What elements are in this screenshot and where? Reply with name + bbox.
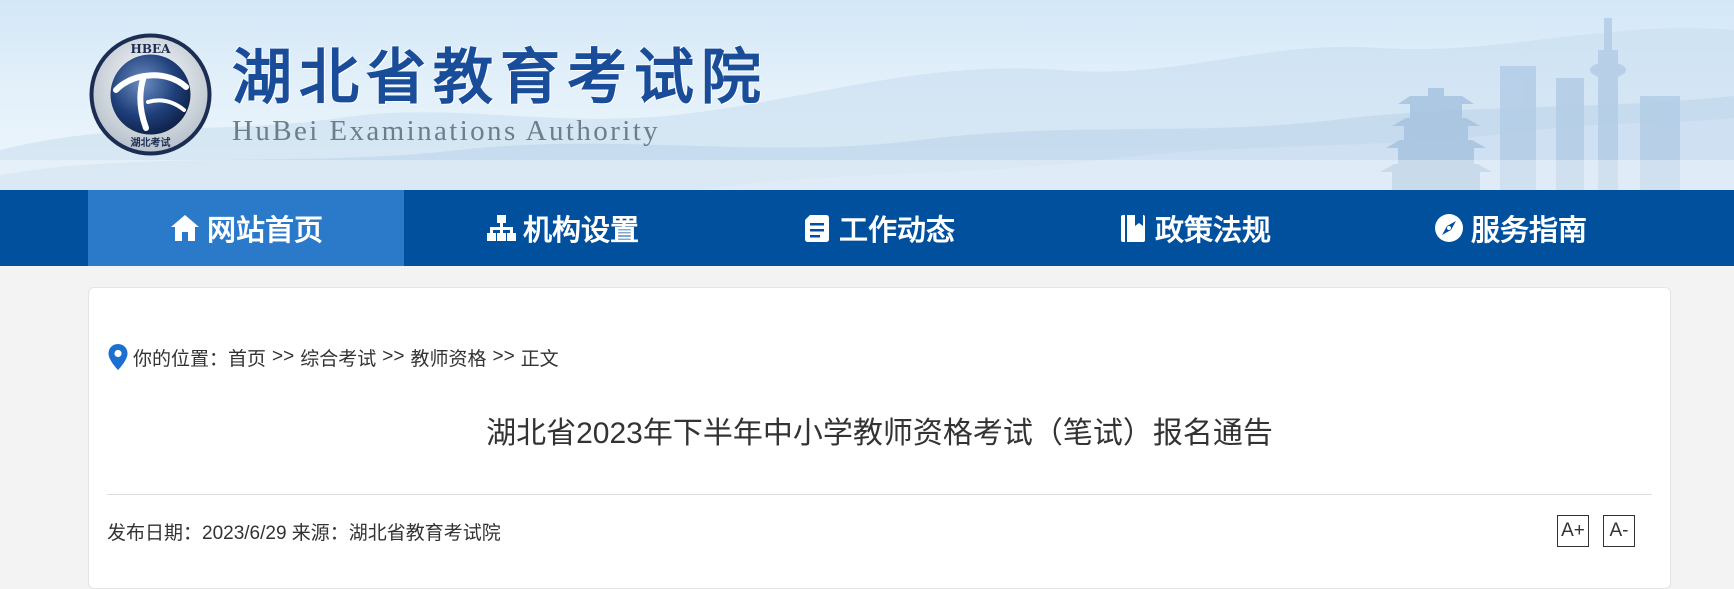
article-title: 湖北省2023年下半年中小学教师资格考试（笔试）报名通告 — [486, 417, 1273, 450]
location-pin-icon — [108, 344, 128, 370]
logo-ring-text: HBEA — [131, 42, 172, 56]
breadcrumb-current: 正文 — [520, 348, 559, 370]
document-icon — [801, 212, 833, 244]
compass-icon — [1433, 212, 1465, 244]
header-banner: HBEA 湖北考试 湖北省教育考试院 HuBei Examinations Au… — [0, 0, 1734, 190]
nav-item-organization[interactable]: 机构设置 — [404, 190, 720, 266]
nav-item-news[interactable]: 工作动态 — [720, 190, 1036, 266]
logo-bottom-text: 湖北考试 — [131, 136, 171, 149]
article-meta: 发布日期：2023/6/29 来源：湖北省教育考试院 — [107, 523, 501, 544]
main-nav: 网站首页 机构设置 工作动态 政策法规 服务指南 — [0, 190, 1734, 266]
nav-item-label: 网站首页 — [206, 215, 323, 247]
site-title: 湖北省教育考试院 — [232, 43, 768, 113]
content-card: 你的位置： 首页 >> 综合考试 >> 教师资格 >> 正文 湖北省2023年下… — [88, 287, 1671, 589]
breadcrumb-prefix: 你的位置： — [133, 348, 229, 370]
site-subtitle: HuBei Examinations Authority — [232, 115, 661, 147]
breadcrumb-link-general-exams[interactable]: 综合考试 — [300, 344, 376, 371]
breadcrumb: 你的位置： 首页 >> 综合考试 >> 教师资格 >> 正文 — [107, 342, 559, 372]
breadcrumb-separator: >> — [492, 346, 515, 367]
nav-item-home[interactable]: 网站首页 — [88, 190, 404, 266]
book-icon — [1117, 212, 1149, 244]
nav-item-label: 工作动态 — [838, 215, 955, 247]
font-increase-button[interactable]: A+ — [1557, 515, 1589, 547]
org-chart-icon — [485, 212, 517, 244]
font-decrease-button[interactable]: A- — [1603, 515, 1635, 547]
breadcrumb-link-home[interactable]: 首页 — [228, 344, 266, 371]
title-divider — [107, 494, 1652, 495]
breadcrumb-separator: >> — [272, 346, 295, 367]
breadcrumb-separator: >> — [382, 346, 405, 367]
nav-item-policies[interactable]: 政策法规 — [1036, 190, 1352, 266]
hbea-logo-icon: HBEA 湖北考试 — [89, 33, 212, 156]
home-icon — [169, 212, 201, 244]
nav-item-label: 政策法规 — [1154, 215, 1271, 247]
nav-item-label: 服务指南 — [1470, 215, 1587, 247]
nav-item-service-guide[interactable]: 服务指南 — [1352, 190, 1668, 266]
logo-emblem[interactable]: HBEA 湖北考试 — [88, 32, 213, 157]
breadcrumb-link-teacher-qualification[interactable]: 教师资格 — [410, 344, 486, 371]
nav-item-label: 机构设置 — [522, 215, 639, 247]
